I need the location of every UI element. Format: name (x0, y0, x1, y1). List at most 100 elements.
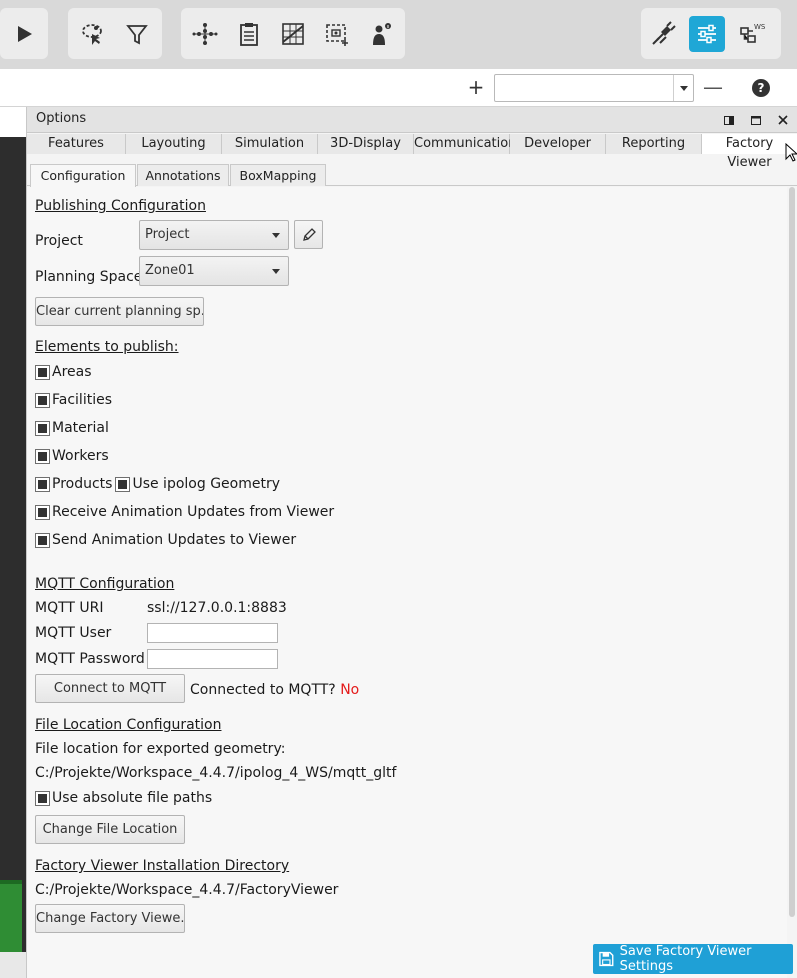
file-location-heading: File Location Configuration (35, 717, 222, 733)
float-window-icon[interactable] (721, 112, 737, 128)
absolute-paths-checkbox[interactable] (35, 790, 50, 806)
send-updates-label: Send Animation Updates to Viewer (52, 532, 297, 548)
clear-planning-space-button[interactable]: Clear current planning sp... (35, 297, 204, 326)
left-viewport (0, 137, 26, 978)
workers-label: Workers (52, 448, 109, 464)
mqtt-user-label: MQTT User (35, 625, 112, 641)
network-icon (192, 23, 218, 45)
help-icon[interactable]: ? (752, 79, 770, 97)
filter-button[interactable] (119, 16, 155, 52)
left-viewport-object (0, 880, 22, 952)
publishing-heading: Publishing Configuration (35, 198, 206, 214)
subtab-annotations[interactable]: Annotations (137, 164, 229, 186)
elements-heading: Elements to publish: (35, 339, 179, 355)
options-title-bar: Options (27, 107, 797, 133)
facilities-label: Facilities (52, 392, 112, 408)
add-button[interactable]: + (466, 77, 486, 97)
products-checkbox[interactable] (35, 476, 50, 492)
region-select-icon (326, 24, 348, 46)
tab-developer[interactable]: Developer (510, 134, 606, 154)
material-checkbox[interactable] (35, 420, 50, 436)
remove-button[interactable]: — (703, 77, 723, 97)
tab-simulation[interactable]: Simulation (222, 134, 318, 154)
lasso-select-button[interactable] (74, 16, 110, 52)
facilities-checkbox-row[interactable]: Facilities (35, 390, 112, 410)
absolute-paths-checkbox-row[interactable]: Use absolute file paths (35, 788, 212, 808)
worker-info-button[interactable] (363, 16, 399, 52)
areas-checkbox-row[interactable]: Areas (35, 362, 92, 382)
mqtt-password-label: MQTT Password (35, 651, 145, 667)
tab-3d-display[interactable]: 3D-Display (318, 134, 414, 154)
use-ipolog-geometry-checkbox[interactable] (115, 476, 131, 492)
tab-communication[interactable]: Communication (414, 134, 516, 154)
toolbar-group-settings: WS (641, 8, 781, 59)
project-label: Project (35, 233, 83, 249)
configuration-content: Publishing Configuration Project Project… (27, 187, 787, 978)
workers-checkbox[interactable] (35, 448, 50, 464)
grid-chart-icon (282, 23, 304, 45)
planning-space-value: Zone01 (145, 263, 195, 278)
clipboard-button[interactable] (231, 16, 267, 52)
project-select-value: Project (145, 227, 190, 242)
receive-updates-checkbox[interactable] (35, 504, 50, 520)
view-bar: + — ? (0, 69, 797, 107)
receive-updates-checkbox-row[interactable]: Receive Animation Updates from Viewer (35, 502, 334, 522)
filter-icon (126, 25, 148, 45)
facilities-checkbox[interactable] (35, 392, 50, 408)
tab-factory-viewer[interactable]: Factory Viewer (702, 134, 797, 170)
save-icon (599, 951, 614, 967)
network-button[interactable] (187, 16, 223, 52)
fv-directory-value: C:/Projekte/Workspace_4.4.7/FactoryViewe… (35, 882, 339, 898)
left-viewport-footer (0, 952, 26, 978)
ws-hierarchy-button[interactable]: WS (733, 16, 769, 52)
areas-label: Areas (52, 364, 92, 380)
vertical-scrollbar[interactable] (789, 187, 795, 917)
play-icon (18, 26, 32, 42)
factory-viewer-subtabs: Configuration Annotations BoxMapping (27, 164, 797, 187)
tab-layouting[interactable]: Layouting (126, 134, 222, 154)
svg-text:WS: WS (754, 23, 765, 31)
send-updates-checkbox-row[interactable]: Send Animation Updates to Viewer (35, 530, 296, 550)
change-factory-viewer-button[interactable]: Change Factory Viewe... (35, 904, 185, 933)
grid-chart-button[interactable] (275, 16, 311, 52)
edit-project-button[interactable] (294, 220, 323, 249)
send-updates-checkbox[interactable] (35, 532, 50, 548)
workers-checkbox-row[interactable]: Workers (35, 446, 109, 466)
connect-mqtt-button[interactable]: Connect to MQTT (35, 674, 185, 703)
region-select-button[interactable] (319, 16, 355, 52)
lasso-select-icon (82, 24, 102, 45)
settings-sliders-button[interactable] (689, 16, 725, 52)
products-checkbox-row[interactable]: Products Use ipolog Geometry (35, 474, 280, 494)
tab-reporting[interactable]: Reporting (606, 134, 702, 154)
subtab-configuration[interactable]: Configuration (30, 164, 136, 187)
settings-sliders-icon (698, 24, 716, 44)
pencil-icon (302, 227, 316, 241)
left-panel-header (0, 107, 26, 137)
tab-features[interactable]: Features (27, 134, 126, 154)
planning-space-select[interactable]: Zone01 (139, 256, 289, 286)
project-select[interactable]: Project (139, 220, 289, 250)
use-ipolog-geometry-label: Use ipolog Geometry (132, 476, 280, 492)
material-checkbox-row[interactable]: Material (35, 418, 109, 438)
areas-checkbox[interactable] (35, 364, 50, 380)
mqtt-user-input[interactable] (147, 623, 278, 643)
chevron-down-icon[interactable] (673, 75, 693, 101)
save-factory-viewer-settings-button[interactable]: Save Factory Viewer Settings (593, 944, 793, 974)
file-location-label: File location for exported geometry: (35, 741, 286, 757)
chevron-down-icon (272, 269, 280, 274)
play-button[interactable] (6, 16, 42, 52)
receive-updates-label: Receive Animation Updates from Viewer (52, 504, 335, 520)
mqtt-password-input[interactable] (147, 649, 278, 669)
mqtt-uri-value: ssl://127.0.0.1:8883 (147, 600, 287, 616)
maximize-icon[interactable] (748, 112, 764, 128)
plug-button[interactable] (645, 16, 681, 52)
options-title: Options (36, 111, 87, 126)
change-file-location-button[interactable]: Change File Location (35, 815, 185, 844)
view-combo[interactable] (494, 74, 694, 102)
subtab-boxmapping[interactable]: BoxMapping (230, 164, 326, 186)
save-button-label: Save Factory Viewer Settings (619, 944, 752, 974)
close-icon[interactable] (775, 112, 791, 128)
options-tabs: Features Layouting Simulation 3D-Display… (27, 134, 797, 170)
file-location-value: C:/Projekte/Workspace_4.4.7/ipolog_4_WS/… (35, 765, 397, 781)
options-panel: Options Features Layouting Simulation 3D… (26, 107, 797, 978)
